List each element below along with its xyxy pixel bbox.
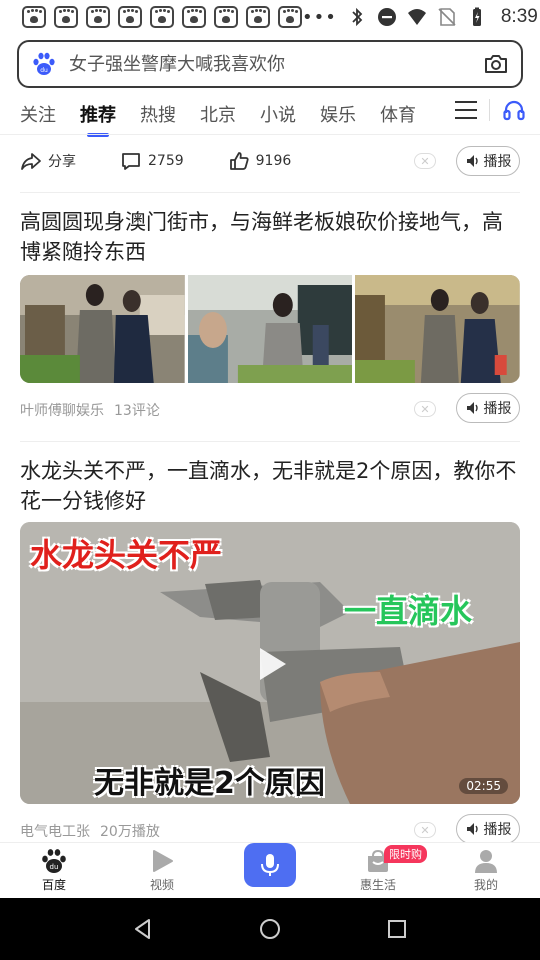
news-meta: 叶师傅聊娱乐 13评论 [20, 400, 170, 420]
nav-item-baidu[interactable]: du 百度 [0, 843, 108, 898]
speaker-icon [466, 155, 478, 167]
video-play-icon [153, 850, 173, 872]
video-caption: 无非就是2个原因 [94, 766, 325, 801]
tab-beijing[interactable]: 北京 [200, 101, 236, 127]
baidu-paw-icon: du [42, 849, 66, 873]
news-source[interactable]: 叶师傅聊娱乐 [20, 403, 104, 419]
nav-item-voice[interactable] [216, 843, 324, 898]
search-bar[interactable]: du [17, 40, 523, 88]
news-image-gallery[interactable] [20, 275, 520, 383]
news-play-count: 20万播放 [100, 824, 160, 840]
news-thumbnail [187, 275, 353, 383]
baidu-paw-icon [278, 6, 302, 28]
status-bar: ••• 8:39 [0, 0, 540, 34]
promo-badge: 限时购 [384, 845, 427, 863]
broadcast-label: 播报 [483, 401, 512, 417]
bottom-navigation: du 百度 视频 限时购 惠生活 我的 [0, 842, 540, 898]
baidu-paw-icon [118, 6, 142, 28]
news-source[interactable]: 电气电工张 [20, 824, 90, 840]
baidu-paw-icon: du [33, 52, 55, 75]
tab-novel[interactable]: 小说 [260, 101, 296, 127]
baidu-paw-icon [150, 6, 174, 28]
do-not-disturb-icon [377, 8, 396, 26]
voice-search-button[interactable] [244, 843, 296, 887]
baidu-paw-icon [22, 6, 46, 28]
overflow-dots: ••• [302, 6, 337, 28]
notification-icons [22, 6, 302, 28]
divider [20, 441, 520, 442]
no-sim-icon [438, 8, 456, 26]
tab-recommend[interactable]: 推荐 [80, 101, 116, 137]
svg-text:du: du [50, 863, 59, 871]
broadcast-label: 播报 [483, 822, 512, 838]
baidu-paw-icon [54, 6, 78, 28]
wifi-icon [407, 9, 426, 25]
search-input[interactable] [69, 53, 483, 75]
nav-item-me[interactable]: 我的 [432, 843, 540, 898]
speaker-icon [466, 402, 478, 414]
video-player[interactable]: 水龙头关不严 一直滴水 无非就是2个原因 02:55 [20, 522, 520, 804]
bluetooth-icon [352, 7, 363, 27]
baidu-paw-icon [182, 6, 206, 28]
nav-label: 我的 [473, 878, 498, 892]
battery-charging-icon [472, 7, 481, 26]
home-icon[interactable] [258, 917, 282, 941]
channel-menu-icon[interactable] [455, 101, 477, 119]
comment-count: 2759 [148, 153, 184, 169]
news-comment-count: 13评论 [114, 403, 160, 419]
recents-icon[interactable] [385, 917, 409, 941]
broadcast-label: 播报 [483, 154, 512, 170]
baidu-paw-icon [86, 6, 110, 28]
nav-label: 视频 [149, 878, 174, 892]
nav-item-life[interactable]: 限时购 惠生活 [324, 843, 432, 898]
comment-icon [122, 153, 140, 170]
thumbs-up-icon [229, 152, 249, 170]
broadcast-button[interactable]: 播报 [456, 814, 520, 844]
like-count: 9196 [255, 153, 292, 169]
tab-entertainment[interactable]: 娱乐 [320, 101, 356, 127]
clock: 8:39 [500, 6, 538, 27]
divider [489, 99, 490, 121]
system-navigation-bar [0, 898, 540, 960]
user-icon [475, 850, 497, 873]
news-meta: 电气电工张 20万播放 [20, 821, 170, 841]
nav-label: 惠生活 [359, 878, 396, 892]
like-button[interactable]: 9196 [228, 150, 292, 172]
camera-icon[interactable] [483, 51, 509, 77]
feed-action-row: 分享 2759 9196 [20, 146, 520, 176]
speaker-icon [466, 823, 478, 835]
share-button[interactable]: 分享 [20, 150, 76, 172]
news-thumbnail [20, 275, 185, 383]
svg-text:du: du [40, 67, 48, 74]
broadcast-button[interactable]: 播报 [456, 393, 520, 423]
tab-sports[interactable]: 体育 [380, 101, 416, 127]
comment-button[interactable]: 2759 [120, 150, 184, 172]
play-icon[interactable] [252, 644, 292, 684]
channel-tabs: 关注 推荐 热搜 北京 小说 娱乐 体育 [0, 94, 540, 137]
nav-label: 百度 [41, 878, 66, 892]
broadcast-button[interactable]: 播报 [456, 146, 520, 176]
headphones-icon[interactable] [502, 98, 526, 122]
video-duration: 02:55 [459, 778, 508, 794]
divider [20, 192, 520, 193]
video-caption: 水龙头关不严 [30, 536, 223, 574]
tab-hot-search[interactable]: 热搜 [140, 101, 176, 127]
back-icon[interactable] [131, 917, 155, 941]
news-thumbnail [355, 275, 520, 383]
dismiss-icon[interactable]: ✕ [414, 153, 436, 169]
video-caption: 一直滴水 [344, 592, 473, 630]
dismiss-icon[interactable]: ✕ [414, 401, 436, 417]
nav-item-video[interactable]: 视频 [108, 843, 216, 898]
dismiss-icon[interactable]: ✕ [414, 822, 436, 838]
news-title[interactable]: 水龙头关不严，一直滴水，无非就是2个原因，教你不花一分钱修好 [20, 456, 520, 516]
news-title[interactable]: 高圆圆现身澳门街市，与海鲜老板娘砍价接地气，高博紧随拎东西 [20, 207, 520, 267]
microphone-icon [261, 854, 279, 876]
baidu-paw-icon [246, 6, 270, 28]
baidu-paw-icon [214, 6, 238, 28]
share-label: 分享 [48, 154, 76, 170]
tab-follow[interactable]: 关注 [20, 101, 56, 127]
share-icon [21, 153, 41, 170]
divider [0, 134, 540, 135]
